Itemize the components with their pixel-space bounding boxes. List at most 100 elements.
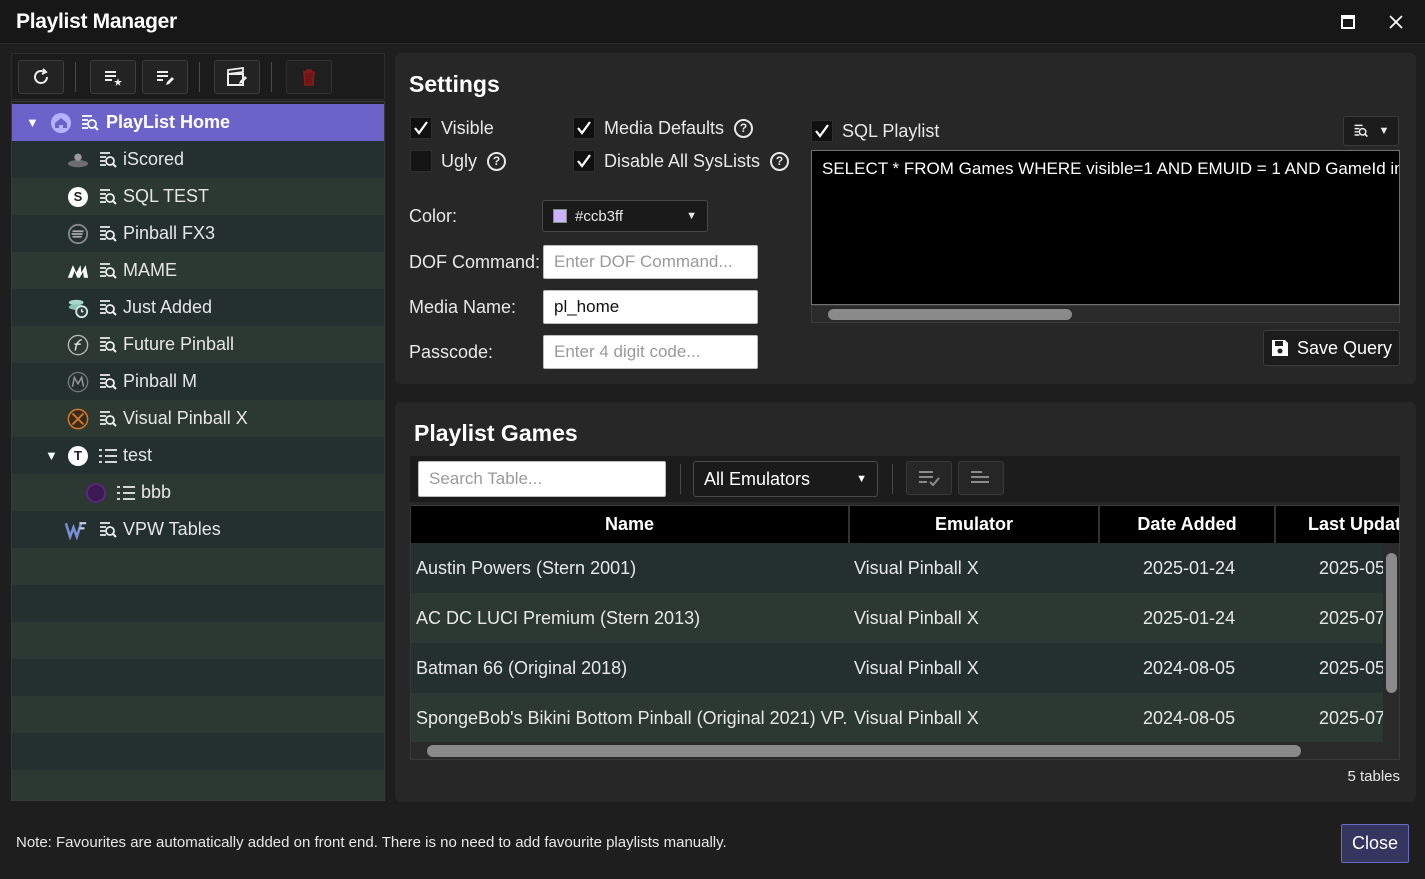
- media-name-input[interactable]: pl_home: [543, 290, 758, 324]
- chevron-down-icon: ▼: [686, 210, 697, 222]
- table-row[interactable]: AC DC LUCI Premium (Stern 2013) Visual P…: [411, 593, 1386, 643]
- sql-playlist-icon: [1354, 124, 1368, 138]
- edit-playlist-button[interactable]: [142, 60, 188, 94]
- tree-item-vpw-tables[interactable]: VPW Tables: [12, 511, 384, 548]
- cell-last-updated: 2025-05: [1319, 657, 1385, 678]
- table-row[interactable]: SpongeBob's Bikini Bottom Pinball (Origi…: [411, 693, 1386, 743]
- remove-from-playlist-button[interactable]: [958, 461, 1004, 495]
- sql-playlist-icon: [98, 298, 118, 318]
- tree-item-future-pinball[interactable]: Future Pinball: [12, 326, 384, 363]
- cell-emulator: Visual Pinball X: [854, 707, 979, 728]
- media-defaults-checkbox[interactable]: Media Defaults ?: [573, 117, 754, 139]
- tree-item-sql-test[interactable]: S SQL TEST: [12, 178, 384, 215]
- visual-pinball-x-icon: [67, 408, 89, 430]
- help-icon[interactable]: ?: [770, 151, 790, 171]
- sql-playlist-icon: [98, 372, 118, 392]
- tree-empty-row: [12, 733, 384, 770]
- tree-empty-row: [12, 622, 384, 659]
- column-header-emulator[interactable]: Emulator: [850, 506, 1100, 543]
- emulator-filter-select[interactable]: All Emulators ▼: [693, 461, 878, 497]
- future-pinball-icon: [67, 334, 89, 356]
- cell-emulator: Visual Pinball X: [854, 607, 979, 628]
- s-badge-icon: S: [67, 186, 89, 208]
- table-horizontal-scrollbar[interactable]: [411, 742, 1399, 759]
- scrollbar-thumb[interactable]: [427, 745, 1301, 757]
- checkbox-box[interactable]: [410, 150, 432, 172]
- help-icon[interactable]: ?: [734, 118, 754, 138]
- tree-item-mame[interactable]: MAME: [12, 252, 384, 289]
- games-table[interactable]: Name Emulator Date Added Last Updated Au…: [410, 505, 1400, 760]
- cell-last-updated: 2025-07: [1319, 607, 1385, 628]
- table-row[interactable]: Batman 66 (Original 2018) Visual Pinball…: [411, 643, 1386, 693]
- mame-icon: [67, 260, 89, 282]
- delete-playlist-button[interactable]: [286, 60, 332, 94]
- toolbar-divider: [75, 62, 76, 92]
- checkbox-box[interactable]: [811, 120, 833, 142]
- save-query-button[interactable]: Save Query: [1263, 330, 1400, 366]
- sql-query-editor[interactable]: SELECT * FROM Games WHERE visible=1 AND …: [811, 150, 1400, 305]
- save-query-label: Save Query: [1296, 337, 1393, 358]
- check-icon: [577, 121, 591, 135]
- settings-title: Settings: [409, 71, 500, 97]
- pinball-m-icon: [67, 371, 89, 393]
- close-button[interactable]: Close: [1341, 824, 1409, 863]
- maximize-icon: [1341, 15, 1355, 29]
- cell-date-added: 2025-01-24: [1143, 557, 1236, 578]
- visible-checkbox[interactable]: Visible: [410, 117, 494, 139]
- edit-playlist-icon: [157, 71, 174, 85]
- expand-arrow-icon[interactable]: ▼: [26, 115, 39, 130]
- tree-item-pinball-fx3[interactable]: Pinball FX3: [12, 215, 384, 252]
- passcode-input[interactable]: Enter 4 digit code...: [543, 335, 758, 369]
- chevron-down-icon: ▼: [856, 473, 867, 485]
- checkbox-box[interactable]: [410, 117, 432, 139]
- tree-item-just-added[interactable]: Just Added: [12, 289, 384, 326]
- media-edit-button[interactable]: [214, 60, 260, 94]
- checkbox-label: Media Defaults: [604, 117, 725, 138]
- tree-item-playlist-home[interactable]: ▼ PlayList Home: [12, 104, 384, 141]
- cell-date-added: 2024-08-05: [1143, 657, 1236, 678]
- playlist-tree[interactable]: ▼ PlayList Home iScored S SQL TEST Pinba…: [11, 101, 385, 801]
- sql-horizontal-scrollbar[interactable]: [811, 305, 1400, 323]
- tree-item-test[interactable]: ▼ T test: [12, 437, 384, 474]
- toolbar-divider: [680, 464, 681, 494]
- close-window-button[interactable]: [1380, 8, 1412, 36]
- help-icon[interactable]: ?: [487, 151, 507, 171]
- ugly-checkbox[interactable]: Ugly ?: [410, 150, 507, 172]
- tree-empty-row: [12, 659, 384, 696]
- add-to-playlist-button[interactable]: [906, 461, 952, 495]
- tree-item-iscored[interactable]: iScored: [12, 141, 384, 178]
- sql-playlist-checkbox[interactable]: SQL Playlist: [811, 120, 939, 142]
- list-remove-icon: [971, 471, 989, 483]
- checkbox-box[interactable]: [573, 117, 595, 139]
- tree-item-pinball-m[interactable]: Pinball M: [12, 363, 384, 400]
- favourites-note: Note: Favourites are automatically added…: [16, 834, 727, 851]
- column-header-last-updated[interactable]: Last Updated: [1276, 506, 1399, 543]
- sql-playlist-icon: [98, 409, 118, 429]
- expand-arrow-icon[interactable]: ▼: [45, 448, 58, 463]
- dof-command-input[interactable]: Enter DOF Command...: [543, 245, 758, 279]
- add-playlist-button[interactable]: [90, 60, 136, 94]
- search-table-input[interactable]: Search Table...: [418, 461, 666, 497]
- tree-item-visual-pinball-x[interactable]: Visual Pinball X: [12, 400, 384, 437]
- disable-syslists-checkbox[interactable]: Disable All SysLists ?: [573, 150, 790, 172]
- just-added-icon: [67, 297, 89, 319]
- tree-empty-row: [12, 696, 384, 733]
- tree-item-bbb[interactable]: bbb: [12, 474, 384, 511]
- table-row[interactable]: Austin Powers (Stern 2001) Visual Pinbal…: [411, 543, 1386, 593]
- checkbox-box[interactable]: [573, 150, 595, 172]
- table-vertical-scrollbar[interactable]: [1383, 543, 1399, 742]
- column-header-name[interactable]: Name: [411, 506, 850, 543]
- sql-options-dropdown[interactable]: ▼: [1343, 116, 1399, 146]
- scrollbar-thumb[interactable]: [1386, 553, 1397, 693]
- sql-playlist-icon: [98, 520, 118, 540]
- media-name-label: Media Name:: [409, 297, 517, 317]
- color-picker[interactable]: #ccb3ff ▼: [542, 200, 708, 232]
- cell-last-updated: 2025-05: [1319, 557, 1385, 578]
- scrollbar-thumb[interactable]: [828, 309, 1072, 320]
- maximize-button[interactable]: [1332, 8, 1364, 36]
- save-icon: [1271, 340, 1288, 356]
- column-header-date-added[interactable]: Date Added: [1100, 506, 1276, 543]
- tree-item-label: Visual Pinball X: [123, 408, 248, 428]
- refresh-button[interactable]: [18, 60, 64, 94]
- color-value: #ccb3ff: [575, 207, 624, 225]
